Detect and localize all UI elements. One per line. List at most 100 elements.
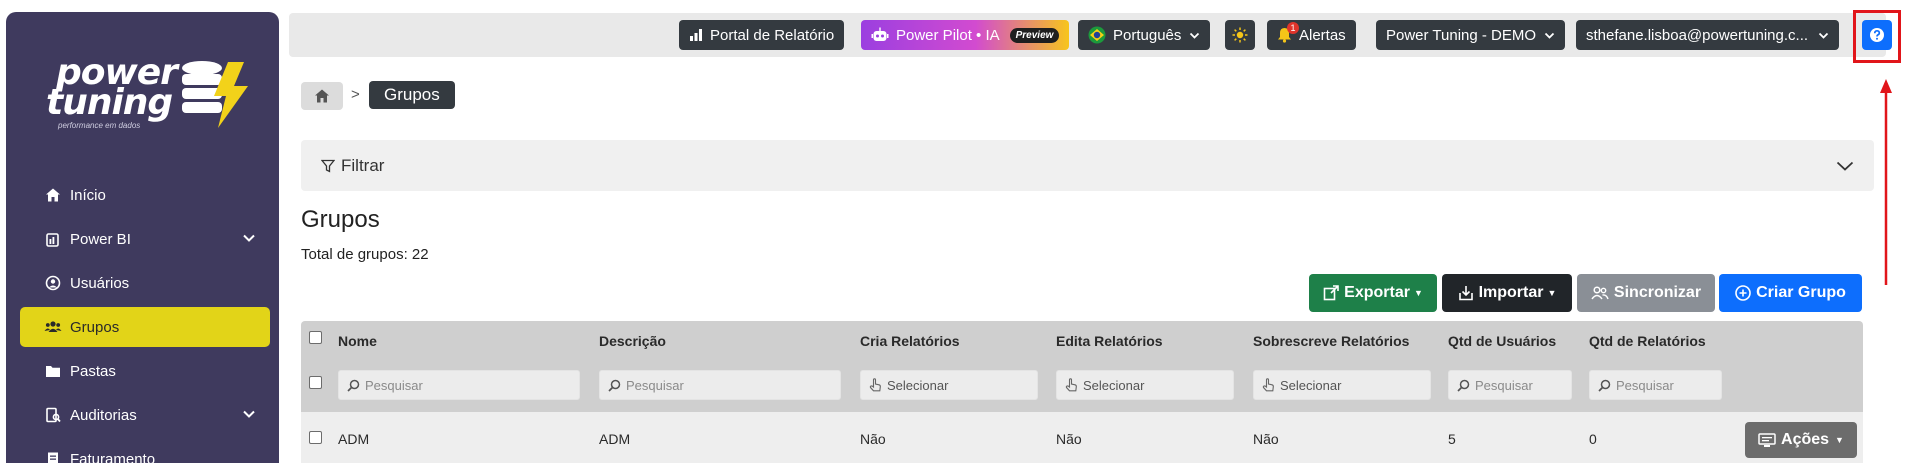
select-edita-relatorios[interactable]: Selecionar (1056, 370, 1234, 400)
sidebar-item-faturamento[interactable]: Faturamento (20, 439, 270, 463)
theme-toggle-button[interactable] (1225, 20, 1255, 50)
sidebar-item-power-bi[interactable]: Power BI (20, 219, 270, 259)
column-header-descricao[interactable]: Descrição (599, 333, 666, 349)
sidebar-item-label: Grupos (70, 318, 120, 336)
language-dropdown[interactable]: Português (1078, 20, 1211, 50)
hand-pointer-icon (1262, 378, 1275, 392)
search-input-qtd-relatorios[interactable] (1589, 370, 1722, 400)
select-all-checkbox[interactable] (309, 331, 322, 344)
import-label: Importar (1478, 284, 1544, 301)
column-header-cria-relatorios[interactable]: Cria Relatórios (860, 333, 960, 349)
chevron-down-icon (1544, 30, 1555, 41)
row-actions-button[interactable]: Ações ▼ (1745, 422, 1857, 458)
page-title: Grupos (301, 206, 380, 233)
search-input-qtd-usuarios[interactable] (1448, 370, 1572, 400)
filter-row-checkbox[interactable] (309, 376, 322, 389)
tenant-dropdown[interactable]: Power Tuning - DEMO (1376, 20, 1566, 50)
arrow-up-icon (1880, 79, 1892, 285)
search-icon (347, 379, 360, 392)
search-icon (1598, 379, 1611, 392)
export-label: Exportar (1344, 284, 1410, 301)
search-icon (608, 379, 621, 392)
powerbi-icon (44, 230, 62, 248)
table-row[interactable]: ADM ADM Não Não Não 5 0 Ações ▼ (301, 412, 1863, 463)
highlight-box (1853, 10, 1901, 63)
create-group-button[interactable]: Criar Grupo (1719, 274, 1862, 312)
preview-badge: Preview (1009, 27, 1060, 43)
breadcrumb-current: Grupos (369, 81, 455, 109)
import-icon (1458, 285, 1474, 301)
sun-icon (1232, 27, 1248, 43)
search-input-descricao[interactable] (599, 370, 841, 400)
chevron-down-icon (242, 407, 256, 425)
sidebar-item-label: Início (70, 186, 106, 204)
select-cria-relatorios[interactable]: Selecionar (860, 370, 1038, 400)
actions-menu-icon (1758, 432, 1776, 448)
folder-icon (44, 362, 62, 380)
search-input-nome[interactable] (338, 370, 580, 400)
sidebar-item-label: Usuários (70, 274, 130, 292)
tenant-label: Power Tuning - DEMO (1386, 26, 1537, 44)
power-pilot-label: Power Pilot • IA (896, 26, 1000, 44)
receipt-icon (44, 450, 62, 463)
portal-relatorio-label: Portal de Relatório (710, 26, 835, 44)
column-header-qtd-usuarios[interactable]: Qtd de Usuários (1448, 333, 1556, 349)
select-placeholder: Selecionar (887, 377, 949, 393)
select-placeholder: Selecionar (1083, 377, 1145, 393)
cell-qtd-relatorios: 0 (1589, 431, 1597, 447)
logo-tagline: performance em dados (58, 121, 141, 130)
search-field-qtd-usuarios[interactable] (1475, 377, 1571, 393)
cell-nome: ADM (338, 431, 370, 447)
select-placeholder: Selecionar (1280, 377, 1342, 393)
sync-button[interactable]: Sincronizar (1577, 274, 1715, 312)
user-circle-icon (44, 274, 62, 292)
select-sobrescreve-relatorios[interactable]: Selecionar (1253, 370, 1431, 400)
filter-label: Filtrar (341, 155, 385, 175)
power-pilot-button[interactable]: Power Pilot • IA Preview (861, 20, 1069, 50)
column-header-sobrescreve-relatorios[interactable]: Sobrescreve Relatórios (1253, 333, 1409, 349)
language-label: Português (1113, 26, 1182, 44)
column-header-nome[interactable]: Nome (338, 333, 377, 349)
hand-pointer-icon (869, 378, 882, 392)
portal-relatorio-button[interactable]: Portal de Relatório (679, 20, 845, 50)
users-sync-icon (1591, 285, 1609, 301)
cell-qtd-usuarios: 5 (1448, 431, 1456, 447)
total-groups-count: Total de grupos: 22 (301, 246, 429, 263)
sidebar-item-pastas[interactable]: Pastas (20, 351, 270, 391)
sync-label: Sincronizar (1613, 284, 1702, 301)
search-field-qtd-relatorios[interactable] (1616, 377, 1721, 393)
table-header: Nome Descrição Cria Relatórios Edita Rel… (301, 321, 1863, 412)
sidebar: power tuning performance em dados Início (6, 12, 279, 463)
power-tuning-logo[interactable]: power tuning performance em dados (46, 48, 256, 134)
external-link-icon (1323, 285, 1339, 301)
robot-icon (871, 27, 889, 43)
sidebar-item-auditorias[interactable]: Auditorias (20, 395, 270, 435)
sidebar-item-grupos[interactable]: Grupos (20, 307, 270, 347)
hand-pointer-icon (1065, 378, 1078, 392)
search-field-descricao[interactable] (626, 377, 840, 393)
import-button[interactable]: Importar ▼ (1442, 274, 1572, 312)
sidebar-item-label: Auditorias (70, 406, 137, 424)
breadcrumb-home-button[interactable] (301, 82, 343, 110)
home-icon (314, 88, 330, 104)
user-menu-dropdown[interactable]: sthefane.lisboa@powertuning.c... (1576, 20, 1839, 50)
brazil-flag-icon (1088, 26, 1106, 44)
column-header-edita-relatorios[interactable]: Edita Relatórios (1056, 333, 1163, 349)
export-button[interactable]: Exportar ▼ (1309, 274, 1437, 312)
search-field-nome[interactable] (365, 377, 579, 393)
column-header-qtd-relatorios[interactable]: Qtd de Relatórios (1589, 333, 1706, 349)
logo-word-tuning: tuning (46, 82, 173, 123)
sidebar-item-usuarios[interactable]: Usuários (20, 263, 270, 303)
alerts-button[interactable]: 1 Alertas (1267, 20, 1356, 50)
user-email-label: sthefane.lisboa@powertuning.c... (1586, 26, 1809, 44)
alerts-label: Alertas (1299, 26, 1346, 44)
sidebar-item-inicio[interactable]: Início (20, 175, 270, 215)
alerts-count-badge: 1 (1287, 22, 1299, 34)
cell-sobrescreve-relatorios: Não (1253, 431, 1279, 447)
filter-panel-toggle[interactable]: Filtrar (301, 140, 1874, 191)
chevron-down-icon (1818, 30, 1829, 41)
sidebar-item-label: Power BI (70, 230, 131, 248)
caret-down-icon: ▼ (1835, 435, 1844, 445)
row-checkbox[interactable] (309, 431, 322, 444)
filter-icon (321, 159, 335, 173)
